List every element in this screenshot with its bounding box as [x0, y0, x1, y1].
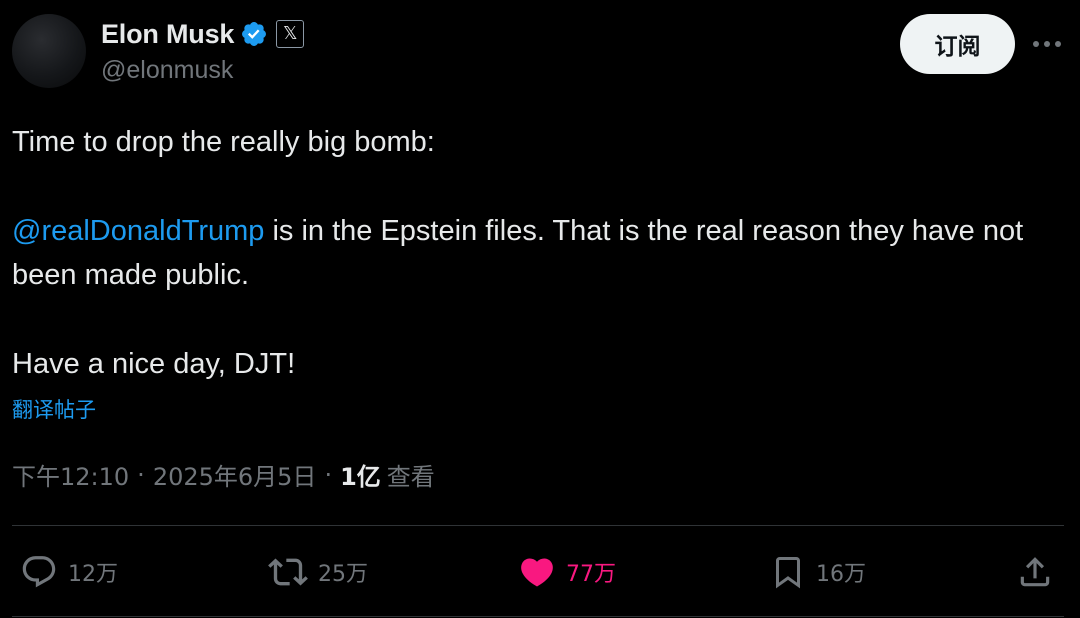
- handle[interactable]: @elonmusk: [101, 56, 304, 85]
- heart-icon: [518, 553, 556, 591]
- repost-button[interactable]: 25万: [268, 552, 368, 592]
- reply-button[interactable]: 12万: [20, 552, 118, 592]
- tweet-meta: 下午12:10 · 2025年6月5日 · 1亿 查看: [12, 457, 435, 492]
- meta-separator: ·: [137, 460, 145, 489]
- share-icon: [1016, 553, 1054, 591]
- bookmark-button[interactable]: 16万: [770, 552, 866, 592]
- more-horizontal-icon[interactable]: [1030, 30, 1064, 58]
- tweet-line-2: @realDonaldTrump is in the Epstein files…: [12, 209, 1052, 297]
- tweet: Elon Musk 𝕏 @elonmusk 订阅 Time to drop th…: [0, 0, 1080, 618]
- reply-icon: [20, 553, 58, 591]
- author-block: Elon Musk 𝕏 @elonmusk: [101, 14, 305, 85]
- tweet-line-3: Have a nice day, DJT!: [12, 348, 296, 380]
- divider: [12, 616, 1064, 617]
- reply-count: 12万: [68, 562, 118, 587]
- meta-separator: ·: [324, 460, 333, 489]
- tweet-text: Time to drop the really big bomb: @realD…: [12, 120, 1052, 386]
- mention-link[interactable]: @realDonaldTrump: [12, 215, 264, 247]
- views-count[interactable]: 1亿: [340, 457, 381, 492]
- verified-badge-icon[interactable]: [240, 20, 268, 48]
- translate-post-link[interactable]: 翻译帖子: [12, 394, 96, 424]
- like-count: 77万: [566, 562, 616, 587]
- post-time[interactable]: 下午12:10: [12, 457, 129, 492]
- repost-icon: [268, 552, 308, 592]
- like-button[interactable]: 77万: [518, 552, 616, 592]
- post-date[interactable]: 2025年6月5日: [153, 457, 317, 492]
- avatar[interactable]: [12, 14, 86, 88]
- display-name[interactable]: Elon Musk: [101, 19, 234, 50]
- bookmark-count: 16万: [816, 562, 866, 587]
- views-label: 查看: [386, 463, 435, 491]
- divider: [12, 525, 1064, 526]
- repost-count: 25万: [318, 562, 368, 587]
- subscribe-button[interactable]: 订阅: [900, 14, 1015, 74]
- x-affiliate-badge-icon[interactable]: 𝕏: [276, 20, 305, 48]
- tweet-line-1: Time to drop the really big bomb:: [12, 126, 435, 158]
- name-row: Elon Musk 𝕏: [101, 14, 305, 54]
- share-button[interactable]: [1016, 552, 1054, 592]
- bookmark-icon: [770, 553, 806, 591]
